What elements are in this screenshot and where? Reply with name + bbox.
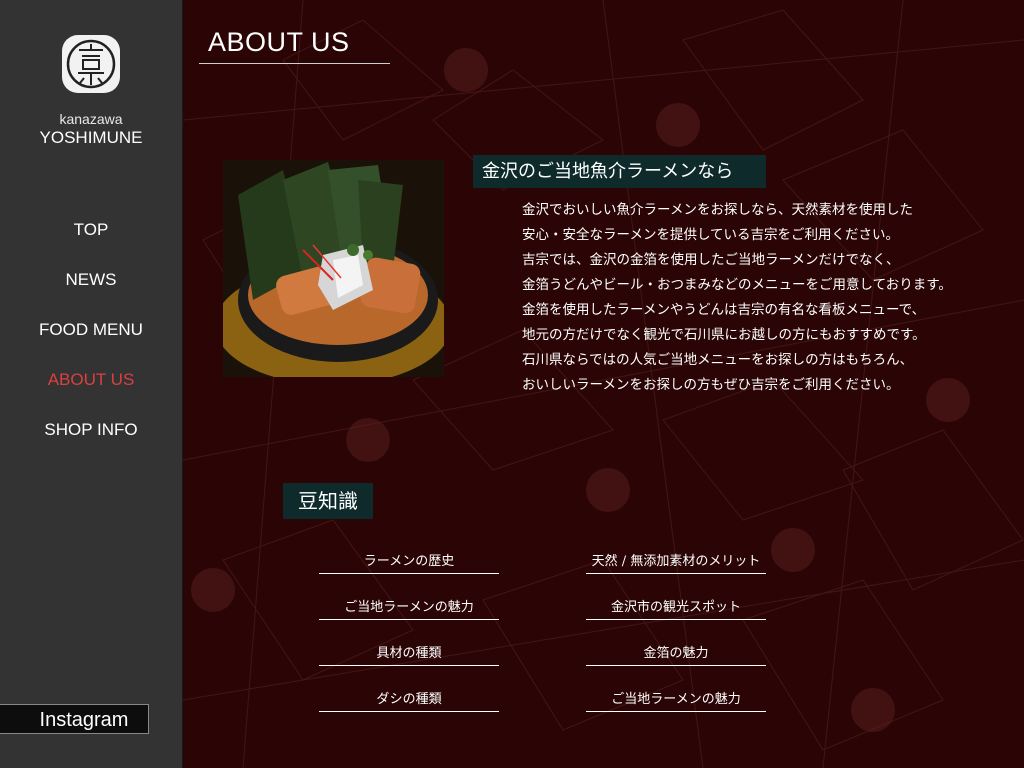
link-local-ramen-appeal[interactable]: ご当地ラーメンの魅力 [319, 596, 499, 620]
page-title: ABOUT US [208, 27, 350, 57]
paragraph-line: 安心・安全なラーメンを提供している吉宗をご利用ください。 [522, 227, 900, 243]
paragraph-line: 吉宗では、金沢の金箔を使用したご当地ラーメンだけでなく、 [522, 252, 900, 268]
about-paragraph: 金沢でおいしい魚介ラーメンをお探しなら、天然素材を使用した 安心・安全なラーメン… [522, 198, 952, 398]
paragraph-line: 金沢でおいしい魚介ラーメンをお探しなら、天然素材を使用した [522, 202, 913, 218]
link-ramen-history[interactable]: ラーメンの歴史 [319, 550, 499, 574]
link-local-ramen-appeal-2[interactable]: ご当地ラーメンの魅力 [586, 688, 766, 712]
instagram-button[interactable]: Instagram [0, 704, 149, 734]
sidebar: kanazawa YOSHIMUNE TOP NEWS FOOD MENU AB… [0, 0, 183, 768]
paragraph-line: 地元の方だけでなく観光で石川県にお越しの方にもおすすめです。 [522, 327, 926, 343]
link-dashi-types[interactable]: ダシの種類 [319, 688, 499, 712]
link-gold-leaf-appeal[interactable]: 金箔の魅力 [586, 642, 766, 666]
nav-item-news[interactable]: NEWS [0, 270, 182, 290]
nav-item-about-us[interactable]: ABOUT US [0, 370, 182, 390]
title-underline [199, 63, 390, 64]
nav-item-top[interactable]: TOP [0, 220, 182, 240]
link-topping-types[interactable]: 具材の種類 [319, 642, 499, 666]
section-heading-trivia: 豆知識 [283, 483, 373, 519]
main-content: ABOUT US 金沢のご当地魚介ラーメンなら 金沢でおいしい魚介ラーメンをお探… [183, 0, 1024, 768]
yoshimune-logo-icon[interactable] [62, 35, 120, 93]
link-natural-ingredients[interactable]: 天然 / 無添加素材のメリット [586, 550, 766, 574]
paragraph-line: 石川県ならではの人気ご当地メニューをお探しの方はもちろん、 [522, 352, 914, 368]
brand-subtitle: kanazawa [59, 111, 123, 127]
nav-item-food-menu[interactable]: FOOD MENU [0, 320, 182, 340]
section-heading-local-ramen: 金沢のご当地魚介ラーメンなら [473, 155, 766, 188]
link-kanazawa-sightseeing[interactable]: 金沢市の観光スポット [586, 596, 766, 620]
paragraph-line: 金箔を使用したラーメンやうどんは吉宗の有名な看板メニューで、 [522, 302, 926, 318]
nav-item-shop-info[interactable]: SHOP INFO [0, 420, 182, 440]
paragraph-line: おいしいラーメンをお探しの方もぜひ吉宗をご利用ください。 [522, 377, 900, 393]
ramen-photo [223, 160, 444, 377]
paragraph-line: 金箔うどんやビール・おつまみなどのメニューをご用意しております。 [522, 277, 952, 293]
brand-name: YOSHIMUNE [39, 128, 143, 147]
